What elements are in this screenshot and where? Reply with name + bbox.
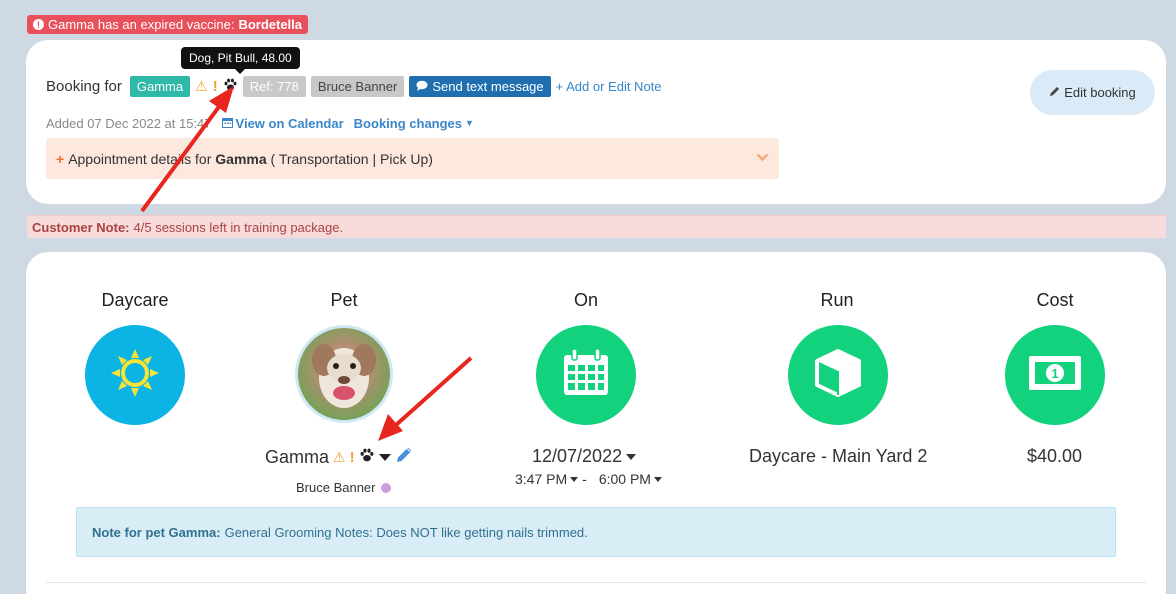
time-row: 3:47 PM - 6:00 PM	[515, 471, 662, 487]
paw-icon[interactable]	[359, 448, 375, 468]
on-title: On	[573, 290, 598, 310]
date-circle[interactable]	[536, 325, 636, 425]
pet-note: Note for pet Gamma: General Grooming Not…	[76, 507, 1116, 557]
pet-title: Pet	[330, 290, 358, 310]
money-icon: 1	[1027, 353, 1083, 398]
caret-down-icon	[570, 476, 579, 482]
appointment-pet: Gamma	[215, 150, 267, 167]
view-calendar-label: View on Calendar	[235, 115, 344, 131]
customer-note-label: Customer Note:	[32, 219, 130, 235]
plus-icon: +	[56, 150, 65, 167]
booking-row: Booking for Gamma ⚠ ! Ref: 778 Bruce Ban…	[46, 74, 662, 98]
caret-down-icon[interactable]	[378, 449, 391, 467]
end-time: 6:00 PM	[598, 471, 651, 487]
svg-text:1: 1	[1051, 366, 1058, 381]
added-row: Added 07 Dec 2022 at 15:47 View on Calen…	[46, 114, 474, 132]
run-value: Daycare - Main Yard 2	[749, 446, 928, 466]
view-calendar-link[interactable]: View on Calendar	[221, 115, 344, 131]
caret-down-icon	[626, 448, 637, 466]
added-text: Added 07 Dec 2022 at 15:47	[46, 115, 212, 131]
exclamation-icon[interactable]: !	[350, 449, 355, 466]
appointment-suffix: ( Transportation | Pick Up)	[270, 150, 433, 167]
time-separator: -	[582, 471, 587, 487]
calendar-icon	[558, 345, 614, 406]
pet-owner-row: Bruce Banner	[296, 480, 391, 495]
run-circle[interactable]	[788, 325, 888, 425]
pet-photo[interactable]	[295, 325, 393, 423]
booking-changes-label: Booking changes	[353, 115, 463, 131]
owner-status-dot	[380, 482, 391, 493]
pet-note-text: General Grooming Notes: Does NOT like ge…	[224, 524, 588, 540]
end-time-dropdown[interactable]: 6:00 PM	[599, 471, 662, 487]
customer-note-text: 4/5 sessions left in training package.	[133, 219, 344, 235]
pencil-icon	[1049, 85, 1060, 100]
pet-info-tooltip: Dog, Pit Bull, 48.00	[181, 47, 300, 74]
pencil-icon[interactable]	[395, 446, 413, 469]
divider	[46, 582, 1146, 583]
appointment-prefix: Appointment details for	[68, 150, 212, 167]
pet-owner-name: Bruce Banner	[296, 480, 376, 495]
exclamation-icon[interactable]: !	[213, 78, 218, 95]
booking-changes-dropdown[interactable]: Booking changes ▼	[354, 116, 474, 131]
cost-title: Cost	[1036, 290, 1074, 310]
chevron-down-icon	[756, 149, 769, 165]
edit-booking-label: Edit booking	[1064, 85, 1136, 100]
cube-icon	[814, 348, 862, 403]
sun-icon	[108, 346, 162, 405]
add-note-link[interactable]: + Add or Edit Note	[556, 79, 662, 94]
cost-value: $40.00	[1027, 446, 1083, 466]
alert-text: Gamma has an expired vaccine:	[48, 17, 235, 32]
caret-down-icon	[653, 476, 662, 482]
alert-vaccine: Bordetella	[238, 17, 303, 32]
pet-name: Gamma	[265, 447, 330, 467]
send-text-button[interactable]: Send text message	[409, 75, 551, 97]
cost-circle[interactable]: 1	[1005, 325, 1105, 425]
appointment-details-toggle[interactable]: + Appointment details for Gamma ( Transp…	[46, 138, 779, 179]
paw-icon[interactable]	[223, 78, 238, 95]
warning-icon[interactable]: ⚠	[195, 78, 208, 95]
booking-label: Booking for	[46, 77, 122, 95]
ref-tag: Ref: 778	[242, 75, 306, 97]
start-time: 3:47 PM	[515, 471, 568, 487]
owner-tag[interactable]: Bruce Banner	[310, 75, 405, 97]
date-dropdown[interactable]: 12/07/2022	[532, 446, 637, 467]
customer-note: Customer Note: 4/5 sessions left in trai…	[27, 215, 1166, 238]
daycare-title: Daycare	[101, 290, 169, 310]
pet-note-label: Note for pet Gamma:	[92, 524, 221, 540]
expired-vaccine-alert: ! Gamma has an expired vaccine: Bordetel…	[27, 15, 309, 34]
alert-icon: !	[33, 19, 44, 30]
date-value: 12/07/2022	[532, 446, 623, 466]
calendar-small-icon	[221, 116, 233, 131]
pet-name-row: Gamma ⚠ !	[265, 446, 413, 469]
send-text-label: Send text message	[432, 78, 544, 94]
chat-icon	[416, 79, 428, 94]
run-title: Run	[820, 290, 854, 310]
daycare-circle[interactable]	[85, 325, 185, 425]
start-time-dropdown[interactable]: 3:47 PM	[515, 471, 579, 487]
pet-tag[interactable]: Gamma	[129, 75, 191, 97]
warning-icon[interactable]: ⚠	[333, 449, 346, 466]
caret-down-icon: ▼	[465, 118, 474, 128]
edit-booking-button[interactable]: Edit booking	[1030, 70, 1155, 115]
